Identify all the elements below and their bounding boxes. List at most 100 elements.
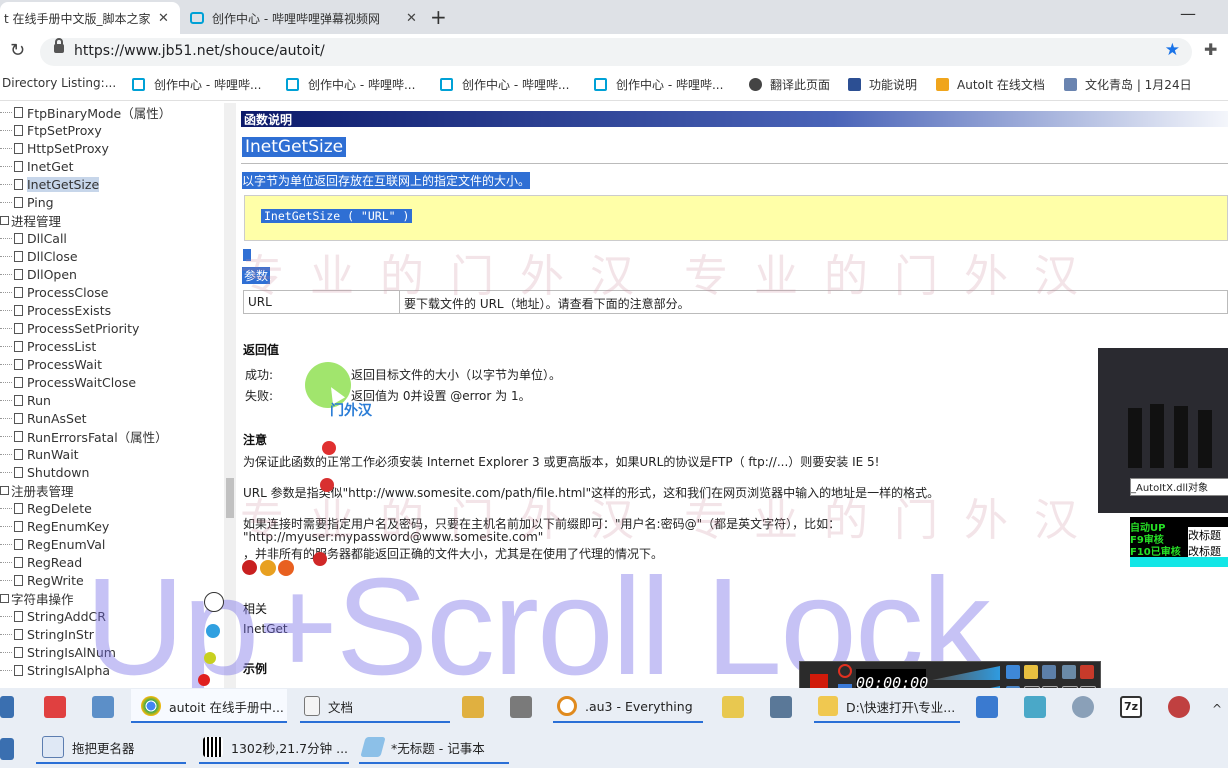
reload-icon[interactable]: ↻: [10, 40, 25, 61]
lock-icon: [54, 38, 64, 53]
7zip-icon[interactable]: 7z: [1120, 696, 1142, 718]
app-icon[interactable]: [510, 696, 532, 718]
close-icon[interactable]: ✕: [406, 11, 417, 26]
folder-icon[interactable]: [0, 485, 9, 495]
tree-scrollbar-thumb[interactable]: [226, 478, 234, 518]
app-icon[interactable]: [976, 696, 998, 718]
tree-item[interactable]: ProcessList: [0, 337, 96, 355]
tab-title: 创作中心 - 哔哩哔哩弹幕视频网: [212, 11, 380, 26]
taskbar: autoit 在线手册中... 文档 .au3 - Everything D:\…: [0, 688, 1228, 768]
tree-item[interactable]: StringInStr: [0, 625, 94, 643]
tree-item[interactable]: RegDelete: [0, 499, 92, 517]
speaker-volume-meter[interactable]: [932, 666, 1000, 680]
success-text: 返回目标文件的大小（以字节为单位）。: [351, 368, 562, 382]
bookmark-label: 创作中心 - 哔哩哔...: [462, 78, 570, 92]
webcam-icon[interactable]: [1006, 665, 1020, 679]
folder-icon[interactable]: [1024, 665, 1038, 679]
tree-folder[interactable]: 进程管理: [0, 211, 61, 229]
url-text[interactable]: https://www.jb51.net/shouce/autoit/: [74, 43, 325, 59]
section-header: 函数说明: [244, 113, 293, 127]
cursor-tag: 门外汉: [330, 403, 372, 419]
tree-item[interactable]: FtpSetProxy: [0, 121, 102, 139]
tree-folder[interactable]: 注册表管理: [0, 481, 74, 499]
bookmark-item[interactable]: 文化青岛 | 1月24日: [1064, 76, 1192, 93]
tree-folder[interactable]: 字符串操作: [0, 589, 74, 607]
tree-item[interactable]: ProcessWaitClose: [0, 373, 136, 391]
tree-item[interactable]: RunWait: [0, 445, 79, 463]
start-icon[interactable]: [0, 696, 14, 718]
app-icon[interactable]: [462, 696, 484, 718]
task-barcode-tool[interactable]: 1302秒,21.7分钟 ...: [199, 730, 349, 764]
app-icon[interactable]: [92, 696, 114, 718]
tree-item[interactable]: DllClose: [0, 247, 78, 265]
tree-item-label: ProcessExists: [27, 302, 112, 318]
close-icon[interactable]: ✕: [158, 11, 169, 26]
tree-item[interactable]: RegEnumKey: [0, 517, 109, 535]
task-rename-tool[interactable]: 拖把更名器: [36, 730, 186, 764]
tree-item[interactable]: DllCall: [0, 229, 67, 247]
folder-icon[interactable]: [0, 215, 9, 225]
tree-item[interactable]: RunAsSet: [0, 409, 87, 427]
bookmark-icon: [1064, 78, 1077, 91]
close-icon[interactable]: [1080, 665, 1094, 679]
star-icon[interactable]: ★: [1165, 40, 1180, 60]
tree-item[interactable]: RegRead: [0, 553, 82, 571]
bookmark-item[interactable]: 创作中心 - 哔哩哔...: [594, 76, 723, 93]
task-documents[interactable]: 文档: [300, 689, 450, 723]
task-chrome[interactable]: autoit 在线手册中...: [131, 689, 287, 723]
tree-item-label: FtpBinaryMode（属性）: [27, 105, 172, 121]
tree-item[interactable]: RegWrite: [0, 571, 84, 589]
tree-item[interactable]: Ping: [0, 193, 54, 211]
bookmark-item[interactable]: AutoIt 在线文档: [936, 76, 1045, 93]
bookmark-item[interactable]: 功能说明: [848, 76, 917, 93]
new-tab-icon[interactable]: +: [430, 5, 447, 29]
tree-item[interactable]: ProcessExists: [0, 301, 111, 319]
tab-autoit-manual[interactable]: t 在线手册中文版_脚本之家 ✕: [0, 2, 180, 34]
globe-icon: [749, 78, 762, 91]
tree-item[interactable]: ProcessSetPriority: [0, 319, 139, 337]
document-icon: [14, 466, 23, 478]
folder-icon[interactable]: [0, 593, 9, 603]
tree-item[interactable]: InetGet: [0, 157, 73, 175]
extension-icon[interactable]: ✚: [1204, 40, 1217, 59]
tree-item[interactable]: HttpSetProxy: [0, 139, 109, 157]
rename-title-button[interactable]: 改标题: [1188, 527, 1228, 543]
app-icon[interactable]: [1072, 696, 1094, 718]
bookmarks-bar: Directory Listing:... 创作中心 - 哔哩哔... 创作中心…: [0, 70, 1228, 101]
app-icon[interactable]: [770, 696, 792, 718]
tree-item[interactable]: ProcessWait: [0, 355, 102, 373]
tree-item[interactable]: InetGetSize: [0, 175, 100, 193]
task-everything[interactable]: .au3 - Everything: [553, 689, 703, 723]
chevron-up-icon[interactable]: ^: [1212, 702, 1222, 716]
bookmark-item[interactable]: 创作中心 - 哔哩哔...: [286, 76, 415, 93]
tree-item[interactable]: Shutdown: [0, 463, 89, 481]
tree-item[interactable]: FtpBinaryMode（属性）: [0, 103, 171, 121]
bookmark-item[interactable]: Directory Listing:...: [2, 76, 116, 90]
app-icon[interactable]: [1168, 696, 1190, 718]
tab-bilibili[interactable]: 创作中心 - 哔哩哔哩弹幕视频网 ✕: [190, 2, 422, 34]
tool-icon[interactable]: [1062, 665, 1076, 679]
tree-item-label: DllCall: [27, 230, 67, 246]
minimize-icon[interactable]: —: [1180, 4, 1196, 23]
tree-item[interactable]: DllOpen: [0, 265, 77, 283]
bookmark-label: 功能说明: [869, 78, 918, 92]
task-notepad[interactable]: *无标题 - 记事本: [359, 730, 509, 764]
timer-icon: [838, 664, 852, 678]
address-bar[interactable]: https://www.jb51.net/shouce/autoit/ ★: [40, 38, 1192, 66]
tree-item-label: ProcessWait: [27, 356, 103, 372]
tree-item[interactable]: RunErrorsFatal（属性）: [0, 427, 168, 445]
app-icon[interactable]: [44, 696, 66, 718]
tree-item[interactable]: ProcessClose: [0, 283, 108, 301]
bilibili-icon: [286, 78, 299, 91]
task-explorer[interactable]: D:\快速打开\专业...: [814, 689, 960, 723]
tree-item-label: RunAsSet: [27, 410, 87, 426]
app-icon[interactable]: [0, 738, 14, 760]
bookmark-item[interactable]: 创作中心 - 哔哩哔...: [440, 76, 569, 93]
bookmark-item[interactable]: 翻译此页面: [749, 76, 830, 93]
bookmark-item[interactable]: 创作中心 - 哔哩哔...: [132, 76, 261, 93]
tree-item[interactable]: Run: [0, 391, 51, 409]
document-icon: [14, 664, 23, 676]
settings-icon[interactable]: [1042, 665, 1056, 679]
app-icon[interactable]: [1024, 696, 1046, 718]
app-icon[interactable]: [722, 696, 744, 718]
